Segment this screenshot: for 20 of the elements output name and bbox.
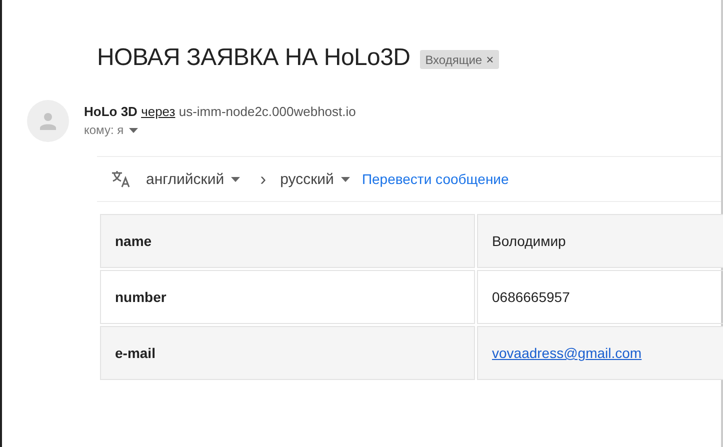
- label-chip[interactable]: Входящие ×: [420, 50, 499, 69]
- source-language[interactable]: английский: [146, 170, 224, 188]
- caret-icon: [231, 176, 240, 182]
- caret-icon: [340, 176, 350, 182]
- target-language[interactable]: русский: [280, 170, 334, 188]
- field-cell: e-mail: [100, 326, 475, 380]
- caret-icon: [128, 128, 138, 132]
- field-cell: number: [100, 270, 475, 324]
- translate-link[interactable]: Перевести сообщение: [362, 171, 509, 187]
- arrow-glyph: ›: [260, 168, 266, 190]
- sender-line: HoLo 3D через us-imm-node2c.000webhost.io: [84, 104, 356, 119]
- email-subject: НОВАЯ ЗАЯВКА НА HoLo3D: [97, 44, 410, 72]
- value-cell: Володимир: [477, 214, 723, 268]
- translate-icon: [111, 170, 131, 188]
- email-link[interactable]: vovaadress@gmail.com: [492, 345, 642, 361]
- field-cell: name: [100, 214, 475, 268]
- recipient-label: кому: я: [84, 123, 124, 137]
- avatar-icon: [27, 100, 69, 142]
- remove-label-button[interactable]: ×: [486, 52, 494, 67]
- value-cell: 0686665957: [477, 270, 723, 324]
